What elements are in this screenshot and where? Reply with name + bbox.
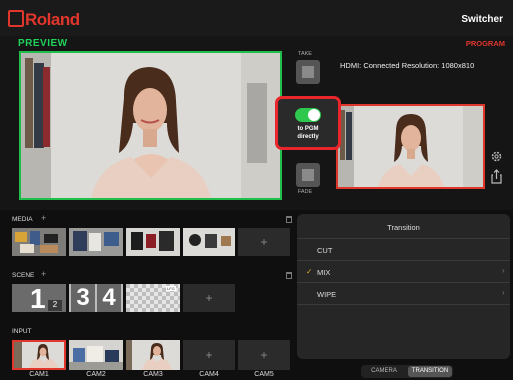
media-image-2 <box>69 228 123 256</box>
scene2-number-a: 3 <box>71 284 95 312</box>
media-image-3 <box>126 228 180 256</box>
cam2-label: CAM2 <box>86 371 106 378</box>
program-monitor <box>336 104 485 189</box>
media-thumbnail-3[interactable] <box>126 228 180 256</box>
input-cam4-empty[interactable]: + <box>183 340 235 370</box>
media-section-label: MEDIA <box>12 216 33 223</box>
share-icon[interactable] <box>490 169 503 184</box>
cam5-label: CAM5 <box>254 371 274 378</box>
transition-item-wipe[interactable]: WIPE › <box>297 282 510 305</box>
program-video-image <box>338 106 483 187</box>
transition-cut-label: CUT <box>317 246 333 255</box>
transition-wipe-label: WIPE <box>317 290 337 299</box>
toggle-knob <box>308 109 320 121</box>
take-button-square-icon <box>302 66 314 78</box>
roland-logo: Roland <box>8 10 80 30</box>
program-label: PROGRAM <box>465 39 505 48</box>
roland-logo-mark <box>8 10 24 27</box>
to-pgm-directly-control <box>275 96 341 150</box>
transition-divider <box>297 304 510 305</box>
tab-camera[interactable]: CAMERA <box>363 366 405 377</box>
scene-thumbnail-1[interactable]: 1 2 <box>12 284 66 312</box>
take-label: TAKE <box>298 51 312 57</box>
preview-monitor[interactable] <box>19 51 282 200</box>
chevron-right-icon[interactable]: › <box>502 288 505 297</box>
cam3-label: CAM3 <box>143 371 163 378</box>
tab-transition[interactable]: TRANSITION <box>408 366 452 377</box>
app-title: Switcher <box>461 14 503 25</box>
media-thumbnail-1[interactable] <box>12 228 66 256</box>
scene2-number-b: 4 <box>97 284 121 312</box>
cam2-preview <box>69 340 123 370</box>
media-trash-icon[interactable] <box>286 216 292 223</box>
transition-mix-label: MIX <box>317 268 331 277</box>
transition-title: Transition <box>387 223 420 232</box>
scene-add-button[interactable]: + <box>183 284 235 312</box>
transition-item-mix[interactable]: ✓ MIX › <box>297 260 510 283</box>
scene-section-label: SCENE <box>12 272 35 279</box>
chevron-right-icon[interactable]: › <box>502 266 505 275</box>
brand-name: Roland <box>25 10 80 29</box>
to-pgm-directly-label: to PGM directly <box>289 125 327 141</box>
scene1-sub-number: 2 <box>48 300 62 311</box>
transition-item-cut[interactable]: CUT <box>297 238 510 261</box>
scene-thumbnail-3[interactable]: LFG <box>126 284 180 312</box>
fade-label: FADE <box>297 189 313 195</box>
media-add-icon[interactable]: + <box>41 213 46 223</box>
take-button[interactable] <box>296 60 320 84</box>
scene1-number: 1 <box>30 284 46 312</box>
preview-video-image <box>21 53 280 198</box>
direct-label-line2: directly <box>297 134 319 140</box>
scene3-tag: LFG <box>166 286 176 291</box>
fade-button-square-icon <box>302 169 314 181</box>
cam4-label: CAM4 <box>199 371 219 378</box>
input-cam5-empty[interactable]: + <box>238 340 290 370</box>
media-image-4 <box>183 228 235 256</box>
input-cam2[interactable] <box>69 340 123 370</box>
preview-label: PREVIEW <box>18 38 68 49</box>
media-image-1 <box>12 228 66 256</box>
cam1-label: CAM1 <box>29 371 49 378</box>
cam1-preview <box>14 342 64 368</box>
media-add-button[interactable]: + <box>238 228 290 256</box>
input-section-label: INPUT <box>12 328 32 335</box>
fade-button[interactable] <box>296 163 320 187</box>
cam3-preview <box>126 340 180 370</box>
gear-icon[interactable] <box>490 150 503 163</box>
input-cam3[interactable] <box>126 340 180 370</box>
media-thumbnail-4[interactable] <box>183 228 235 256</box>
media-thumbnail-2[interactable] <box>69 228 123 256</box>
scene-add-icon[interactable]: + <box>41 269 46 279</box>
direct-label-line1: to PGM <box>297 126 319 132</box>
hdmi-status-text: HDMI: Connected Resolution: 1080x810 <box>340 61 475 70</box>
input-cam1[interactable] <box>12 340 66 370</box>
scene-thumbnail-2[interactable]: 3 4 <box>69 284 123 312</box>
scene-trash-icon[interactable] <box>286 272 292 279</box>
check-icon: ✓ <box>306 267 313 276</box>
